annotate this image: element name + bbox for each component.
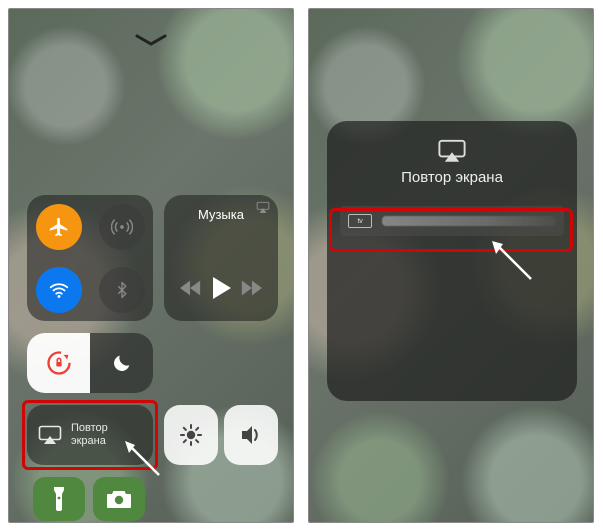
connectivity-panel [27, 195, 153, 321]
airplane-mode-toggle[interactable] [36, 204, 82, 250]
music-controls [174, 277, 268, 311]
cellular-data-toggle[interactable] [99, 204, 145, 250]
backward-icon [180, 280, 202, 296]
wifi-toggle[interactable] [36, 267, 82, 313]
flashlight-icon [51, 485, 67, 513]
screen-mirroring-picker-screenshot: Повтор экрана tv [308, 8, 594, 523]
airplane-icon [48, 216, 70, 238]
bluetooth-icon [113, 279, 131, 301]
screen-mirror-icon [437, 139, 467, 163]
speaker-icon [239, 424, 263, 446]
music-title: Музыка [198, 207, 244, 222]
bluetooth-toggle[interactable] [99, 267, 145, 313]
lock-dnd-panel [27, 333, 153, 393]
camera-icon [106, 489, 132, 509]
screen-mirror-icon [37, 425, 63, 445]
prev-track-button[interactable] [180, 280, 202, 296]
volume-slider[interactable] [224, 405, 278, 465]
flashlight-button[interactable] [33, 477, 85, 521]
screen-mirroring-panel: Повтор экрана tv [327, 121, 577, 401]
next-track-button[interactable] [240, 280, 262, 296]
rotation-lock-icon [45, 349, 73, 377]
orientation-lock-toggle[interactable] [27, 333, 90, 393]
screen-mirroring-title: Повтор экрана [401, 169, 503, 186]
apple-tv-badge-icon: tv [348, 214, 372, 228]
music-panel[interactable]: Музыка [164, 195, 278, 321]
device-name-obscured [382, 216, 556, 226]
wifi-icon [48, 279, 70, 301]
brightness-slider[interactable] [164, 405, 218, 465]
control-center-screenshot: Музыка [8, 8, 294, 523]
airplay-device-row[interactable]: tv [340, 206, 564, 236]
do-not-disturb-toggle[interactable] [90, 333, 153, 393]
screen-mirroring-label: Повтор экрана [71, 422, 108, 447]
forward-icon [240, 280, 262, 296]
antenna-icon [111, 216, 133, 238]
airplay-icon [256, 201, 270, 213]
screen-mirroring-tile[interactable]: Повтор экрана [27, 405, 153, 465]
moon-icon [111, 352, 133, 374]
play-icon [211, 277, 231, 299]
camera-button[interactable] [93, 477, 145, 521]
sun-icon [179, 423, 203, 447]
collapse-handle[interactable] [133, 33, 169, 47]
play-button[interactable] [211, 277, 231, 299]
